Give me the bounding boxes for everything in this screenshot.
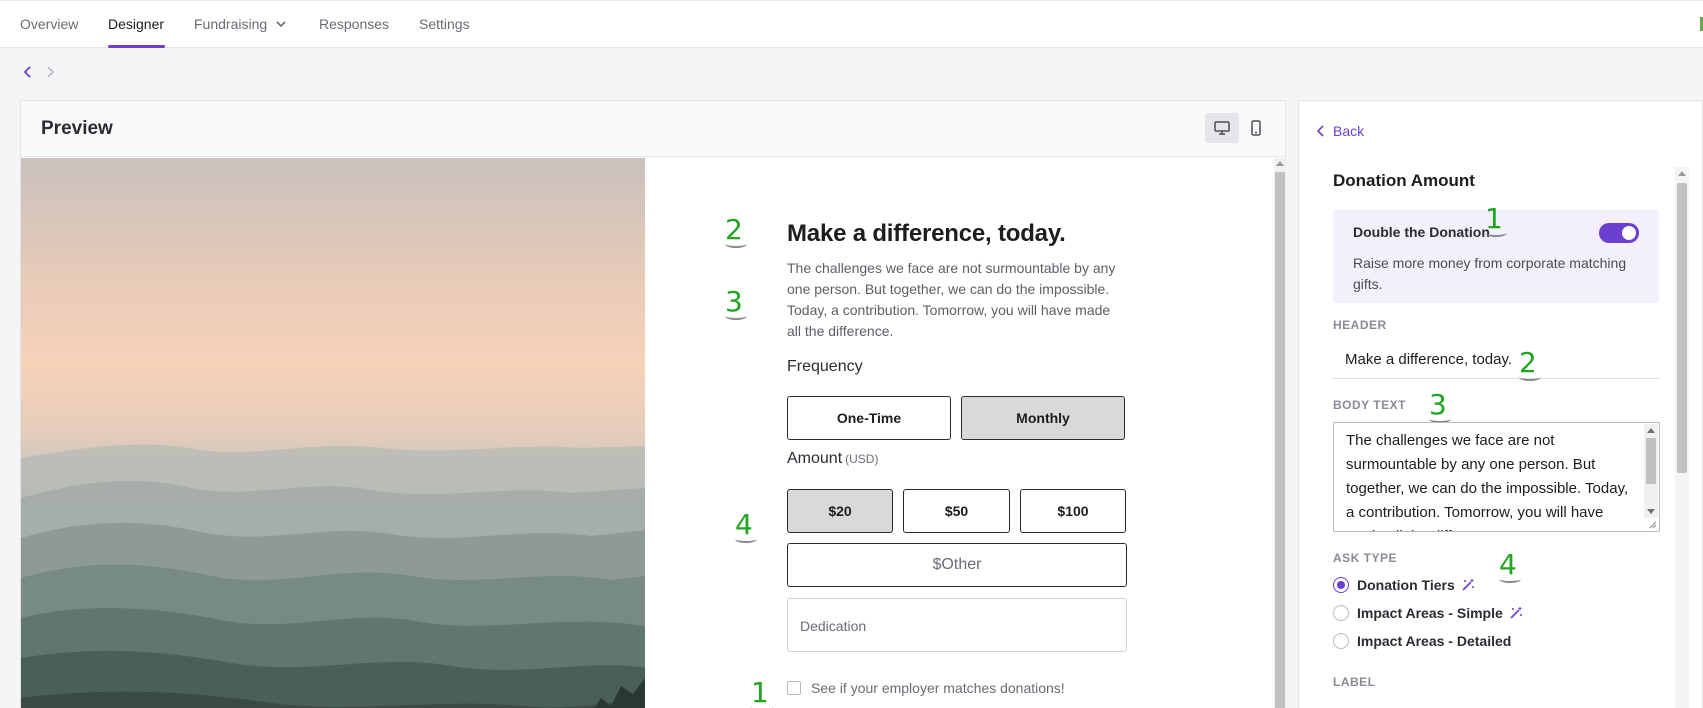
chevron-left-icon	[23, 66, 31, 78]
annotation-4: 4	[1499, 548, 1521, 583]
body-text-caption: BODY TEXT	[1333, 398, 1406, 412]
ask-type-label: Donation Tiers	[1357, 577, 1455, 593]
radio-selected[interactable]	[1333, 577, 1349, 593]
double-donation-title: Double the Donation	[1353, 224, 1490, 240]
annotation-1: 1	[1485, 202, 1507, 237]
scroll-up-arrow[interactable]	[1678, 171, 1686, 176]
annotation-3: 3	[725, 285, 747, 320]
preview-header: Preview	[21, 101, 1285, 157]
textarea-scrollbar[interactable]	[1644, 424, 1658, 518]
mobile-view-button[interactable]	[1239, 113, 1273, 143]
ask-type-label: Impact Areas - Detailed	[1357, 633, 1512, 649]
employer-match-checkbox[interactable]: See if your employer matches donations!	[787, 680, 1065, 696]
annotation-2: 2	[1519, 346, 1541, 381]
ask-type-label: Impact Areas - Simple	[1357, 605, 1503, 621]
radio-unselected[interactable]	[1333, 605, 1349, 621]
employer-match-label: See if your employer matches donations!	[811, 680, 1065, 696]
scroll-up-arrow[interactable]	[1647, 428, 1655, 433]
back-link[interactable]: Back	[1317, 123, 1364, 139]
annotation-1: 1	[751, 676, 769, 708]
amount-label-text: Amount	[787, 450, 843, 467]
amount-currency: (USD)	[845, 452, 879, 466]
donation-form-preview: Make a difference, today. The challenges…	[645, 158, 1288, 708]
chevron-left-icon	[1317, 125, 1324, 137]
back-label: Back	[1333, 123, 1365, 139]
header-caption: HEADER	[1333, 318, 1387, 332]
ask-type-donation-tiers[interactable]: Donation Tiers	[1333, 577, 1475, 593]
double-donation-toggle[interactable]	[1599, 223, 1639, 243]
body-text-textarea[interactable]: The challenges we face are not surmounta…	[1333, 422, 1660, 532]
toggle-knob	[1622, 226, 1636, 240]
tab-settings[interactable]: Settings	[419, 16, 470, 32]
desktop-view-button[interactable]	[1205, 113, 1239, 143]
annotation-2: 2	[725, 213, 747, 248]
top-nav: Overview Designer Fundraising Responses …	[0, 0, 1703, 48]
settings-panel: Back Donation Amount Double the Donation…	[1298, 100, 1703, 708]
label-caption: LABEL	[1333, 675, 1376, 689]
checkbox[interactable]	[787, 681, 801, 695]
amount-label: Amount (USD)	[787, 450, 878, 468]
amount-50-button[interactable]: $50	[903, 489, 1010, 533]
tab-overview[interactable]: Overview	[20, 16, 78, 32]
scroll-thumb[interactable]	[1646, 438, 1656, 484]
resize-grip-icon[interactable]	[1647, 519, 1657, 529]
magic-wand-icon	[1510, 607, 1522, 619]
annotation-3: 3	[1429, 388, 1451, 423]
body-text-value: The challenges we face are not surmounta…	[1346, 432, 1629, 531]
one-time-button[interactable]: One-Time	[787, 396, 951, 440]
amount-100-button[interactable]: $100	[1020, 489, 1126, 533]
undo-button[interactable]	[22, 64, 34, 85]
mountain-landscape-image	[21, 444, 645, 708]
tab-designer[interactable]: Designer	[108, 16, 164, 32]
scroll-thumb[interactable]	[1677, 183, 1687, 473]
dedication-input[interactable]: Dedication	[787, 598, 1127, 652]
preview-panel: Preview Make a difference, today. The ch…	[20, 100, 1286, 708]
scroll-thumb[interactable]	[1275, 172, 1285, 708]
desktop-icon	[1214, 121, 1230, 135]
mobile-icon	[1251, 120, 1261, 136]
chevron-right-icon	[47, 66, 55, 78]
amount-20-button[interactable]: $20	[787, 489, 893, 533]
scroll-down-arrow[interactable]	[1647, 509, 1655, 514]
active-tab-indicator	[108, 45, 165, 48]
ask-type-caption: ASK TYPE	[1333, 551, 1398, 565]
ask-type-impact-simple[interactable]: Impact Areas - Simple	[1333, 605, 1523, 621]
tab-responses[interactable]: Responses	[319, 16, 389, 32]
monthly-button[interactable]: Monthly	[961, 396, 1125, 440]
ask-type-impact-detailed[interactable]: Impact Areas - Detailed	[1333, 633, 1511, 649]
settings-scrollbar[interactable]	[1675, 167, 1689, 708]
hero-image	[21, 158, 645, 708]
radio-unselected[interactable]	[1333, 633, 1349, 649]
scroll-up-arrow[interactable]	[1276, 161, 1284, 166]
magic-wand-icon	[1462, 579, 1474, 591]
chevron-down-icon[interactable]	[276, 19, 286, 29]
annotation-4: 4	[735, 508, 757, 543]
double-donation-desc: Raise more money from corporate matching…	[1353, 255, 1627, 292]
frequency-label: Frequency	[787, 358, 863, 375]
redo-button[interactable]	[44, 64, 56, 85]
preview-title: Preview	[41, 118, 113, 139]
section-title: Donation Amount	[1333, 171, 1475, 190]
other-amount-input[interactable]: $Other	[787, 543, 1127, 587]
form-title: Make a difference, today.	[787, 220, 1066, 247]
preview-scrollbar[interactable]	[1274, 158, 1286, 708]
tab-fundraising[interactable]: Fundraising	[194, 16, 267, 32]
header-input[interactable]: Make a difference, today.	[1333, 341, 1659, 379]
form-body-text: The challenges we face are not surmounta…	[787, 260, 1116, 339]
